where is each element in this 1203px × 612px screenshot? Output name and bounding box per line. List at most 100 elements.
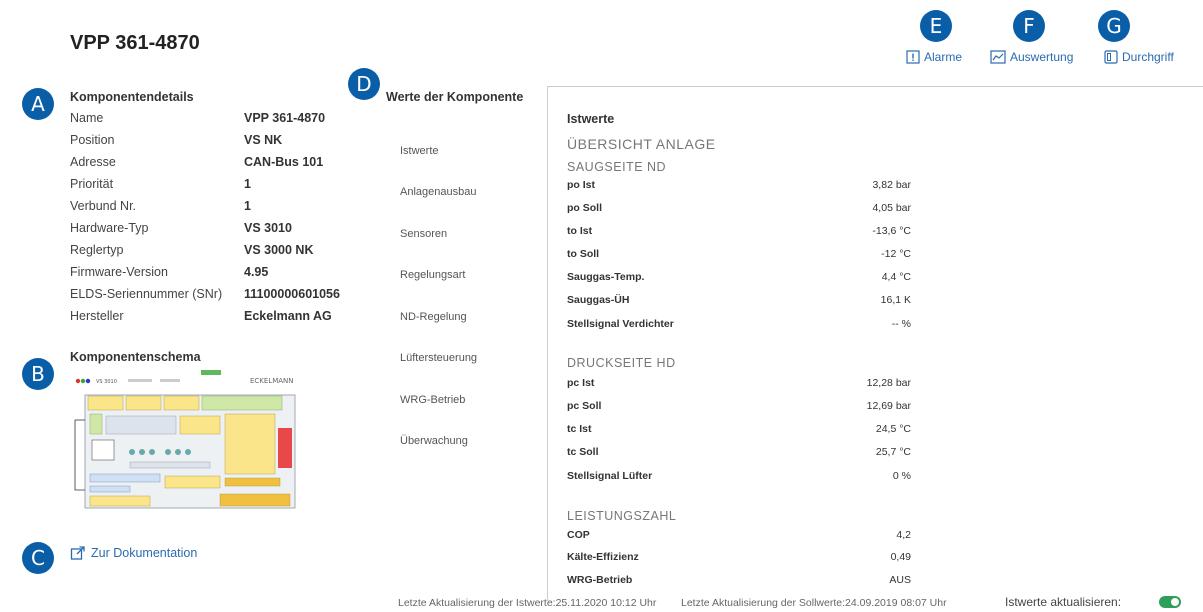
value-row: Sauggas-ÜH 16,1 K <box>567 294 911 306</box>
value-row: COP 4,2 <box>567 529 911 541</box>
toggle-knob <box>1171 598 1179 606</box>
detail-label: Firmware-Version <box>70 265 168 279</box>
badge-b: B <box>22 358 54 390</box>
value-row: po Ist 3,82 bar <box>567 179 911 191</box>
durchgriff-label: Durchgriff <box>1122 50 1174 64</box>
auswertung-button[interactable]: Auswertung <box>990 50 1073 64</box>
detail-value: 11100000601056 <box>244 287 340 301</box>
external-link-icon <box>70 546 85 560</box>
werte-nav: Istwerte Anlagenausbau Sensoren Regelung… <box>400 130 477 462</box>
value-reading: 3,82 bar <box>872 179 911 191</box>
value-reading: 4,05 bar <box>872 202 911 214</box>
value-label: tc Ist <box>567 423 592 435</box>
value-label: Sauggas-Temp. <box>567 271 645 283</box>
details-heading: Komponentendetails <box>70 90 194 104</box>
detail-value: VPP 361-4870 <box>244 111 326 125</box>
badge-e: E <box>920 10 952 42</box>
value-reading: 4,4 °C <box>881 271 911 283</box>
badge-c: C <box>22 542 54 574</box>
nav-item-wrg-betrieb[interactable]: WRG-Betrieb <box>400 379 477 421</box>
detail-label: Name <box>70 111 104 125</box>
nav-item-uberwachung[interactable]: Überwachung <box>400 421 477 463</box>
value-label: Stellsignal Verdichter <box>567 318 674 330</box>
nav-item-anlagenausbau[interactable]: Anlagenausbau <box>400 172 477 214</box>
value-reading: 0,49 <box>890 551 911 563</box>
schema-drawing: VS 3010 ECKELMANN <box>74 370 296 509</box>
value-label: po Ist <box>567 179 595 191</box>
istwerte-update-text: Letzte Aktualisierung der Istwerte:25.11… <box>398 597 657 609</box>
schema-heading: Komponentenschema <box>70 350 201 364</box>
value-reading: AUS <box>889 574 911 586</box>
detail-label: Priorität <box>70 177 114 191</box>
sollwerte-update-text: Letzte Aktualisierung der Sollwerte:24.0… <box>681 597 947 609</box>
detail-value: VS NK <box>244 133 283 147</box>
auswertung-label: Auswertung <box>1010 50 1074 64</box>
value-row: to Soll -12 °C <box>567 248 911 260</box>
alarme-button[interactable]: Alarme <box>906 50 962 64</box>
value-row: pc Soll 12,69 bar <box>567 400 911 412</box>
detail-label: Verbund Nr. <box>70 199 137 213</box>
component-schema-diagram[interactable]: VS 3010 ECKELMANN <box>70 370 296 516</box>
nav-item-sensoren[interactable]: Sensoren <box>400 213 477 255</box>
detail-label: Hersteller <box>70 309 124 323</box>
value-label: WRG-Betrieb <box>567 574 633 586</box>
details-row: Adresse CAN-Bus 101 <box>70 151 370 173</box>
value-label: po Soll <box>567 202 602 214</box>
documentation-link[interactable]: Zur Dokumentation <box>70 545 197 561</box>
schema-brand-label: ECKELMANN <box>250 377 294 385</box>
device-icon <box>1104 50 1118 64</box>
detail-value: 4.95 <box>244 265 269 279</box>
value-reading: 0 % <box>892 470 911 482</box>
druckseite-heading: DRUCKSEITE HD <box>567 356 676 370</box>
badge-a: A <box>22 88 54 120</box>
badge-d: D <box>348 68 380 100</box>
detail-value: 1 <box>244 199 251 213</box>
page-title: VPP 361-4870 <box>70 32 200 54</box>
value-label: tc Soll <box>567 446 599 458</box>
value-reading: 24,5 °C <box>875 423 911 435</box>
detail-label: Reglertyp <box>70 243 124 257</box>
value-row: Stellsignal Verdichter -- % <box>567 318 911 330</box>
value-reading: -- % <box>891 318 911 330</box>
value-label: Kälte-Effizienz <box>567 551 639 563</box>
detail-value: 1 <box>244 177 251 191</box>
nav-item-istwerte[interactable]: Istwerte <box>400 130 477 172</box>
nav-item-nd-regelung[interactable]: ND-Regelung <box>400 296 477 338</box>
value-label: to Ist <box>567 225 593 237</box>
value-row: WRG-Betrieb AUS <box>567 574 911 586</box>
nav-item-luftersteuerung[interactable]: Lüftersteuerung <box>400 338 477 380</box>
detail-value: VS 3010 <box>244 221 292 235</box>
details-row: Priorität 1 <box>70 173 370 195</box>
detail-label: Position <box>70 133 115 147</box>
value-row: pc Ist 12,28 bar <box>567 377 911 389</box>
badge-g: G <box>1098 10 1130 42</box>
schema-model-label: VS 3010 <box>96 379 117 385</box>
value-label: Sauggas-ÜH <box>567 294 630 306</box>
detail-value: Eckelmann AG <box>244 309 332 323</box>
durchgriff-button[interactable]: Durchgriff <box>1104 50 1174 64</box>
value-row: to Ist -13,6 °C <box>567 225 911 237</box>
value-label: pc Ist <box>567 377 595 389</box>
details-list: Name VPP 361-4870 Position VS NK Adresse CA… <box>70 107 370 327</box>
chart-icon <box>990 50 1006 64</box>
alarme-label: Alarme <box>924 50 963 64</box>
auto-refresh-toggle[interactable] <box>1159 596 1181 608</box>
nav-item-regelungsart[interactable]: Regelungsart <box>400 255 477 297</box>
value-reading: 16,1 K <box>880 294 911 306</box>
value-row: Kälte-Effizienz 0,49 <box>567 551 911 563</box>
value-reading: 25,7 °C <box>875 446 911 458</box>
details-row: Hersteller Eckelmann AG <box>70 305 370 327</box>
value-reading: 12,69 bar <box>866 400 911 412</box>
badge-f: F <box>1013 10 1045 42</box>
detail-value: VS 3000 NK <box>244 243 314 257</box>
value-reading: 12,28 bar <box>866 377 911 389</box>
documentation-link-label: Zur Dokumentation <box>91 546 198 560</box>
value-reading: -13,6 °C <box>872 225 911 237</box>
alarm-icon <box>906 50 920 64</box>
leistungszahl-heading: LEISTUNGSZAHL <box>567 509 677 523</box>
werte-title: Werte der Komponente <box>386 90 524 104</box>
detail-label: Hardware-Typ <box>70 221 149 235</box>
value-row: Stellsignal Lüfter 0 % <box>567 470 911 482</box>
auto-refresh-label: Istwerte aktualisieren: <box>1005 595 1122 609</box>
details-row: Position VS NK <box>70 129 370 151</box>
